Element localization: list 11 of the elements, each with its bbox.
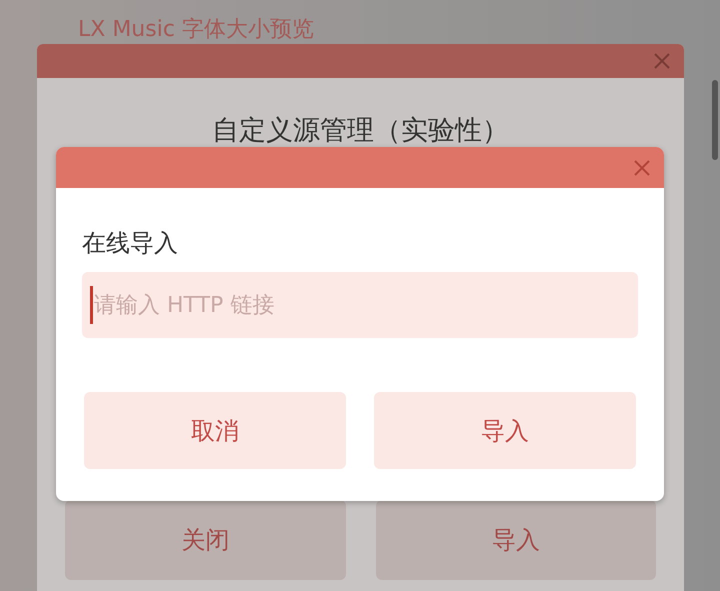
page-title: LX Music 字体大小预览: [77, 16, 315, 44]
dialog-button[interactable]: 导入: [376, 500, 656, 580]
close-icon: [652, 51, 672, 71]
url-input-field[interactable]: 请输入 HTTP 链接: [82, 272, 638, 338]
scrollbar-thumb[interactable]: [712, 80, 718, 160]
dialog-button[interactable]: 关闭: [65, 500, 346, 580]
dialog-button[interactable]: 取消: [84, 392, 346, 469]
dialog-title: 自定义源管理（实验性）: [211, 114, 510, 148]
dialog-button[interactable]: 导入: [374, 392, 636, 469]
close-icon: [632, 158, 652, 178]
dialog-title: 在线导入: [82, 228, 179, 258]
